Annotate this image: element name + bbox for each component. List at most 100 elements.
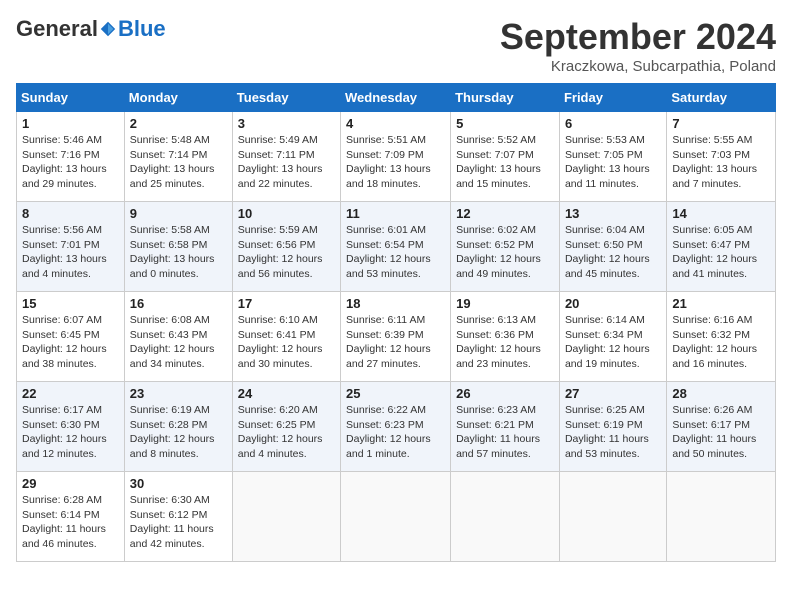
calendar-cell: 20 Sunrise: 6:14 AMSunset: 6:34 PMDayligh… (559, 292, 666, 382)
calendar-cell (232, 472, 340, 562)
calendar-cell: 19 Sunrise: 6:13 AMSunset: 6:36 PMDayligh… (451, 292, 560, 382)
day-number: 5 (456, 116, 554, 131)
day-info: Sunrise: 6:22 AMSunset: 6:23 PMDaylight:… (346, 403, 445, 462)
title-area: September 2024 Kraczkowa, Subcarpathia, … (500, 16, 776, 75)
day-info: Sunrise: 6:11 AMSunset: 6:39 PMDaylight:… (346, 313, 445, 372)
calendar-cell: 17Sunrise: 6:10 AMSunset: 6:41 PMDayligh… (232, 292, 340, 382)
calendar-cell: 18 Sunrise: 6:11 AMSunset: 6:39 PMDayligh… (341, 292, 451, 382)
location-subtitle: Kraczkowa, Subcarpathia, Poland (500, 58, 776, 75)
weekday-header-monday: Monday (124, 84, 232, 112)
calendar-cell: 14Sunrise: 6:05 AMSunset: 6:47 PMDayligh… (667, 202, 776, 292)
day-number: 15 (22, 296, 119, 311)
day-number: 20 (565, 296, 661, 311)
weekday-header-saturday: Saturday (667, 84, 776, 112)
calendar-week-5: 29Sunrise: 6:28 AMSunset: 6:14 PMDayligh… (17, 472, 776, 562)
calendar-cell: 29Sunrise: 6:28 AMSunset: 6:14 PMDayligh… (17, 472, 125, 562)
day-info: Sunrise: 5:59 AMSunset: 6:56 PMDaylight:… (238, 223, 335, 282)
day-info: Sunrise: 5:53 AMSunset: 7:05 PMDaylight:… (565, 133, 661, 192)
calendar-cell: 22 Sunrise: 6:17 AMSunset: 6:30 PMDayligh… (17, 382, 125, 472)
calendar-table: SundayMondayTuesdayWednesdayThursdayFrid… (16, 83, 776, 562)
calendar-cell: 9 Sunrise: 5:58 AMSunset: 6:58 PMDaylight… (124, 202, 232, 292)
day-info: Sunrise: 5:46 AMSunset: 7:16 PMDaylight:… (22, 133, 119, 192)
calendar-cell: 30 Sunrise: 6:30 AMSunset: 6:12 PMDayligh… (124, 472, 232, 562)
day-info: Sunrise: 5:55 AMSunset: 7:03 PMDaylight:… (672, 133, 770, 192)
calendar-week-4: 22 Sunrise: 6:17 AMSunset: 6:30 PMDayligh… (17, 382, 776, 472)
day-number: 28 (672, 386, 770, 401)
calendar-cell (341, 472, 451, 562)
day-number: 13 (565, 206, 661, 221)
calendar-cell: 11 Sunrise: 6:01 AMSunset: 6:54 PMDayligh… (341, 202, 451, 292)
calendar-cell: 23Sunrise: 6:19 AMSunset: 6:28 PMDayligh… (124, 382, 232, 472)
day-info: Sunrise: 5:56 AMSunset: 7:01 PMDaylight:… (22, 223, 119, 282)
calendar-week-3: 15 Sunrise: 6:07 AMSunset: 6:45 PMDayligh… (17, 292, 776, 382)
day-number: 24 (238, 386, 335, 401)
day-number: 22 (22, 386, 119, 401)
calendar-cell: 1 Sunrise: 5:46 AMSunset: 7:16 PMDaylight… (17, 112, 125, 202)
weekday-header-tuesday: Tuesday (232, 84, 340, 112)
day-info: Sunrise: 6:07 AMSunset: 6:45 PMDaylight:… (22, 313, 119, 372)
calendar-week-2: 8 Sunrise: 5:56 AMSunset: 7:01 PMDaylight… (17, 202, 776, 292)
calendar-cell: 21 Sunrise: 6:16 AMSunset: 6:32 PMDayligh… (667, 292, 776, 382)
day-info: Sunrise: 5:58 AMSunset: 6:58 PMDaylight:… (130, 223, 227, 282)
weekday-header-thursday: Thursday (451, 84, 560, 112)
day-number: 10 (238, 206, 335, 221)
day-number: 26 (456, 386, 554, 401)
calendar-cell (451, 472, 560, 562)
day-info: Sunrise: 6:08 AMSunset: 6:43 PMDaylight:… (130, 313, 227, 372)
calendar-body: 1 Sunrise: 5:46 AMSunset: 7:16 PMDaylight… (17, 112, 776, 562)
day-info: Sunrise: 5:48 AMSunset: 7:14 PMDaylight:… (130, 133, 227, 192)
calendar-cell: 13 Sunrise: 6:04 AMSunset: 6:50 PMDayligh… (559, 202, 666, 292)
day-info: Sunrise: 6:13 AMSunset: 6:36 PMDaylight:… (456, 313, 554, 372)
logo-blue: Blue (118, 16, 166, 42)
day-info: Sunrise: 5:52 AMSunset: 7:07 PMDaylight:… (456, 133, 554, 192)
day-info: Sunrise: 6:05 AMSunset: 6:47 PMDaylight:… (672, 223, 770, 282)
logo: General Blue (16, 16, 166, 42)
day-number: 3 (238, 116, 335, 131)
day-number: 8 (22, 206, 119, 221)
day-number: 29 (22, 476, 119, 491)
day-number: 19 (456, 296, 554, 311)
day-number: 1 (22, 116, 119, 131)
day-number: 21 (672, 296, 770, 311)
calendar-cell: 8 Sunrise: 5:56 AMSunset: 7:01 PMDaylight… (17, 202, 125, 292)
day-info: Sunrise: 6:14 AMSunset: 6:34 PMDaylight:… (565, 313, 661, 372)
logo-icon (99, 20, 117, 38)
weekday-header-sunday: Sunday (17, 84, 125, 112)
day-number: 25 (346, 386, 445, 401)
calendar-cell: 2 Sunrise: 5:48 AMSunset: 7:14 PMDaylight… (124, 112, 232, 202)
calendar-cell: 4Sunrise: 5:51 AMSunset: 7:09 PMDaylight… (341, 112, 451, 202)
day-info: Sunrise: 6:04 AMSunset: 6:50 PMDaylight:… (565, 223, 661, 282)
calendar-cell: 10 Sunrise: 5:59 AMSunset: 6:56 PMDayligh… (232, 202, 340, 292)
day-number: 4 (346, 116, 445, 131)
day-number: 27 (565, 386, 661, 401)
calendar-cell: 16 Sunrise: 6:08 AMSunset: 6:43 PMDayligh… (124, 292, 232, 382)
calendar-cell: 26Sunrise: 6:23 AMSunset: 6:21 PMDayligh… (451, 382, 560, 472)
day-info: Sunrise: 6:20 AMSunset: 6:25 PMDaylight:… (238, 403, 335, 462)
day-number: 16 (130, 296, 227, 311)
logo-general: General (16, 16, 98, 42)
calendar-cell: 5 Sunrise: 5:52 AMSunset: 7:07 PMDaylight… (451, 112, 560, 202)
weekday-header-friday: Friday (559, 84, 666, 112)
calendar-cell: 27Sunrise: 6:25 AMSunset: 6:19 PMDayligh… (559, 382, 666, 472)
day-info: Sunrise: 6:01 AMSunset: 6:54 PMDaylight:… (346, 223, 445, 282)
calendar-cell: 12Sunrise: 6:02 AMSunset: 6:52 PMDayligh… (451, 202, 560, 292)
calendar-cell: 25 Sunrise: 6:22 AMSunset: 6:23 PMDayligh… (341, 382, 451, 472)
page-header: General Blue September 2024 Kraczkowa, S… (16, 16, 776, 75)
calendar-header-row: SundayMondayTuesdayWednesdayThursdayFrid… (17, 84, 776, 112)
day-number: 2 (130, 116, 227, 131)
calendar-cell: 7 Sunrise: 5:55 AMSunset: 7:03 PMDaylight… (667, 112, 776, 202)
day-info: Sunrise: 6:17 AMSunset: 6:30 PMDaylight:… (22, 403, 119, 462)
day-number: 11 (346, 206, 445, 221)
day-info: Sunrise: 6:26 AMSunset: 6:17 PMDaylight:… (672, 403, 770, 462)
calendar-cell: 3 Sunrise: 5:49 AMSunset: 7:11 PMDaylight… (232, 112, 340, 202)
day-number: 9 (130, 206, 227, 221)
day-number: 17 (238, 296, 335, 311)
day-number: 7 (672, 116, 770, 131)
calendar-cell (667, 472, 776, 562)
day-info: Sunrise: 6:30 AMSunset: 6:12 PMDaylight:… (130, 493, 227, 552)
day-number: 6 (565, 116, 661, 131)
day-number: 30 (130, 476, 227, 491)
day-info: Sunrise: 6:16 AMSunset: 6:32 PMDaylight:… (672, 313, 770, 372)
day-number: 18 (346, 296, 445, 311)
day-info: Sunrise: 5:49 AMSunset: 7:11 PMDaylight:… (238, 133, 335, 192)
